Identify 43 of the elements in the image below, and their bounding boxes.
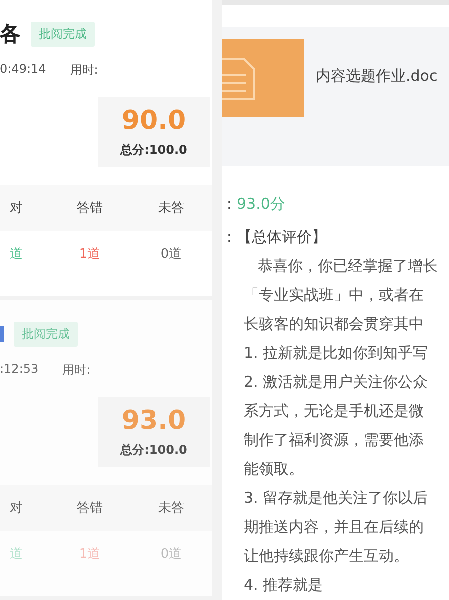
comment-line: 恭喜你，你已经掌握了增长: [257, 256, 439, 277]
document-icon: [222, 39, 304, 118]
comment-line: 期推送内容，并且在后续的: [244, 517, 425, 538]
comment-line: 1. 拉新就是比如你到知乎写: [244, 343, 430, 364]
score-label: ：: [222, 194, 237, 215]
comment-title: 【总体评价】: [237, 227, 327, 248]
column-header: 答错: [76, 200, 104, 217]
duration-label: 用时:: [62, 362, 91, 379]
total-score: 总分:100.0: [120, 142, 188, 158]
comment-line: 让他持续跟你产生互动。: [244, 546, 410, 567]
file-name[interactable]: 内容选题作业.doc: [316, 67, 438, 86]
column-header: 未答: [158, 500, 186, 517]
score-value: 90.0: [122, 106, 186, 136]
submit-time: :12:53: [0, 362, 39, 378]
comment-label: ：: [222, 227, 237, 248]
column-header: 答错: [76, 500, 104, 517]
score-result: 93.0分: [237, 194, 286, 215]
count-cell-text: 1道: [78, 546, 102, 563]
column-header: 未答: [158, 200, 186, 217]
status-tag: 批阅完成: [14, 322, 78, 346]
assignment-title: 各: [0, 21, 21, 48]
count-cell-text: 道: [9, 546, 24, 563]
comment-line: 制作了福利资源，需要他添: [244, 430, 425, 451]
title-marker-icon: [0, 326, 4, 342]
comment-line: 3. 留存就是他关注了你以后: [244, 488, 430, 509]
column-header: 对: [9, 500, 24, 517]
comment-line: 长骇客的知识都会贯穿其中: [244, 314, 425, 335]
status-tag: 批阅完成: [31, 22, 95, 46]
count-cell-text: 0道: [160, 546, 184, 563]
comment-line: 2. 激活就是用户关注你公众: [244, 372, 430, 393]
count-cell-text: 1道: [78, 246, 102, 263]
comment-line: 能领取。: [244, 459, 305, 480]
count-cell-text: 道: [9, 246, 24, 263]
count-cell-text: 0道: [160, 246, 184, 263]
duration-label: 用时:: [70, 62, 98, 79]
total-score: 总分:100.0: [120, 442, 188, 458]
comment-line: 系方式，无论是手机还是微: [244, 401, 425, 422]
column-header: 对: [9, 200, 24, 217]
submit-time: 0:49:14: [0, 62, 46, 78]
score-value: 93.0: [122, 406, 186, 436]
comment-line: 4. 推荐就是: [244, 575, 324, 596]
comment-line: 「专业实战班」中，或者在: [244, 285, 425, 306]
attachment-card[interactable]: 内容选题作业.doc: [222, 27, 449, 166]
